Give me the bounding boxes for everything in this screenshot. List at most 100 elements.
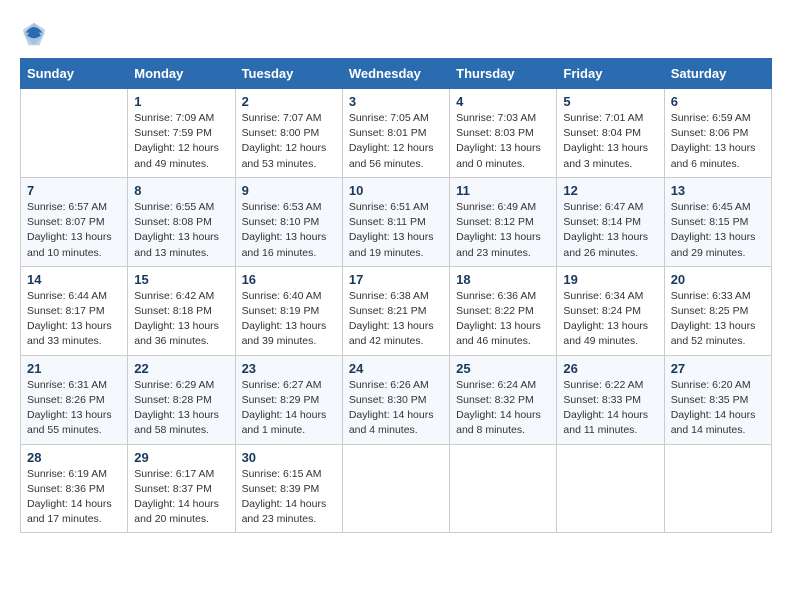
weekday-header-monday: Monday bbox=[128, 59, 235, 89]
day-info: Sunrise: 6:20 AMSunset: 8:35 PMDaylight:… bbox=[671, 378, 765, 439]
weekday-header-tuesday: Tuesday bbox=[235, 59, 342, 89]
calendar-cell: 12 Sunrise: 6:47 AMSunset: 8:14 PMDayligh… bbox=[557, 177, 664, 266]
day-number: 27 bbox=[671, 361, 765, 376]
day-info: Sunrise: 6:31 AMSunset: 8:26 PMDaylight:… bbox=[27, 378, 121, 439]
day-info: Sunrise: 6:47 AMSunset: 8:14 PMDaylight:… bbox=[563, 200, 657, 261]
day-info: Sunrise: 6:49 AMSunset: 8:12 PMDaylight:… bbox=[456, 200, 550, 261]
day-info: Sunrise: 6:38 AMSunset: 8:21 PMDaylight:… bbox=[349, 289, 443, 350]
day-number: 5 bbox=[563, 94, 657, 109]
calendar-cell: 6 Sunrise: 6:59 AMSunset: 8:06 PMDaylight… bbox=[664, 89, 771, 178]
day-number: 20 bbox=[671, 272, 765, 287]
weekday-header-thursday: Thursday bbox=[450, 59, 557, 89]
day-info: Sunrise: 7:09 AMSunset: 7:59 PMDaylight:… bbox=[134, 111, 228, 172]
day-info: Sunrise: 7:05 AMSunset: 8:01 PMDaylight:… bbox=[349, 111, 443, 172]
week-row-1: 1 Sunrise: 7:09 AMSunset: 7:59 PMDaylight… bbox=[21, 89, 772, 178]
day-number: 29 bbox=[134, 450, 228, 465]
calendar-cell: 18Sunrise: 6:36 AMSunset: 8:22 PMDayligh… bbox=[450, 266, 557, 355]
day-info: Sunrise: 7:01 AMSunset: 8:04 PMDaylight:… bbox=[563, 111, 657, 172]
day-info: Sunrise: 6:59 AMSunset: 8:06 PMDaylight:… bbox=[671, 111, 765, 172]
day-number: 26 bbox=[563, 361, 657, 376]
logo bbox=[20, 20, 52, 48]
day-number: 15 bbox=[134, 272, 228, 287]
day-info: Sunrise: 7:03 AMSunset: 8:03 PMDaylight:… bbox=[456, 111, 550, 172]
calendar-cell bbox=[450, 444, 557, 533]
calendar-cell: 21 Sunrise: 6:31 AMSunset: 8:26 PMDayligh… bbox=[21, 355, 128, 444]
day-number: 13 bbox=[671, 183, 765, 198]
calendar-cell: 3 Sunrise: 7:05 AMSunset: 8:01 PMDaylight… bbox=[342, 89, 449, 178]
day-number: 11 bbox=[456, 183, 550, 198]
day-number: 17 bbox=[349, 272, 443, 287]
calendar-cell: 23Sunrise: 6:27 AMSunset: 8:29 PMDayligh… bbox=[235, 355, 342, 444]
day-info: Sunrise: 6:44 AMSunset: 8:17 PMDaylight:… bbox=[27, 289, 121, 350]
day-number: 6 bbox=[671, 94, 765, 109]
day-number: 21 bbox=[27, 361, 121, 376]
day-number: 14 bbox=[27, 272, 121, 287]
calendar-cell: 11 Sunrise: 6:49 AMSunset: 8:12 PMDayligh… bbox=[450, 177, 557, 266]
day-info: Sunrise: 6:29 AMSunset: 8:28 PMDaylight:… bbox=[134, 378, 228, 439]
day-number: 25 bbox=[456, 361, 550, 376]
day-number: 3 bbox=[349, 94, 443, 109]
calendar-cell: 5 Sunrise: 7:01 AMSunset: 8:04 PMDaylight… bbox=[557, 89, 664, 178]
calendar-table: SundayMondayTuesdayWednesdayThursdayFrid… bbox=[20, 58, 772, 533]
calendar-cell: 22 Sunrise: 6:29 AMSunset: 8:28 PMDayligh… bbox=[128, 355, 235, 444]
week-row-5: 28 Sunrise: 6:19 AMSunset: 8:36 PMDayligh… bbox=[21, 444, 772, 533]
page-header bbox=[20, 20, 772, 48]
calendar-cell: 20 Sunrise: 6:33 AMSunset: 8:25 PMDayligh… bbox=[664, 266, 771, 355]
calendar-cell: 10 Sunrise: 6:51 AMSunset: 8:11 PMDayligh… bbox=[342, 177, 449, 266]
calendar-cell: 25 Sunrise: 6:24 AMSunset: 8:32 PMDayligh… bbox=[450, 355, 557, 444]
day-info: Sunrise: 6:34 AMSunset: 8:24 PMDaylight:… bbox=[563, 289, 657, 350]
logo-icon bbox=[20, 20, 48, 48]
calendar-cell: 16 Sunrise: 6:40 AMSunset: 8:19 PMDayligh… bbox=[235, 266, 342, 355]
calendar-cell: 2Sunrise: 7:07 AMSunset: 8:00 PMDaylight… bbox=[235, 89, 342, 178]
weekday-header-saturday: Saturday bbox=[664, 59, 771, 89]
calendar-cell: 28 Sunrise: 6:19 AMSunset: 8:36 PMDayligh… bbox=[21, 444, 128, 533]
week-row-4: 21 Sunrise: 6:31 AMSunset: 8:26 PMDayligh… bbox=[21, 355, 772, 444]
day-number: 19 bbox=[563, 272, 657, 287]
calendar-cell: 29 Sunrise: 6:17 AMSunset: 8:37 PMDayligh… bbox=[128, 444, 235, 533]
calendar-cell bbox=[557, 444, 664, 533]
calendar-cell: 7Sunrise: 6:57 AMSunset: 8:07 PMDaylight… bbox=[21, 177, 128, 266]
calendar-cell: 17 Sunrise: 6:38 AMSunset: 8:21 PMDayligh… bbox=[342, 266, 449, 355]
day-info: Sunrise: 6:40 AMSunset: 8:19 PMDaylight:… bbox=[242, 289, 336, 350]
day-number: 1 bbox=[134, 94, 228, 109]
day-info: Sunrise: 6:22 AMSunset: 8:33 PMDaylight:… bbox=[563, 378, 657, 439]
calendar-cell: 19 Sunrise: 6:34 AMSunset: 8:24 PMDayligh… bbox=[557, 266, 664, 355]
day-number: 18 bbox=[456, 272, 550, 287]
calendar-cell: 8 Sunrise: 6:55 AMSunset: 8:08 PMDaylight… bbox=[128, 177, 235, 266]
calendar-cell: 15Sunrise: 6:42 AMSunset: 8:18 PMDayligh… bbox=[128, 266, 235, 355]
day-info: Sunrise: 6:19 AMSunset: 8:36 PMDaylight:… bbox=[27, 467, 121, 528]
day-number: 16 bbox=[242, 272, 336, 287]
calendar-cell: 9 Sunrise: 6:53 AMSunset: 8:10 PMDaylight… bbox=[235, 177, 342, 266]
day-info: Sunrise: 6:24 AMSunset: 8:32 PMDaylight:… bbox=[456, 378, 550, 439]
calendar-cell: 13Sunrise: 6:45 AMSunset: 8:15 PMDayligh… bbox=[664, 177, 771, 266]
calendar-cell: 24 Sunrise: 6:26 AMSunset: 8:30 PMDayligh… bbox=[342, 355, 449, 444]
day-info: Sunrise: 6:33 AMSunset: 8:25 PMDaylight:… bbox=[671, 289, 765, 350]
day-number: 24 bbox=[349, 361, 443, 376]
day-info: Sunrise: 6:51 AMSunset: 8:11 PMDaylight:… bbox=[349, 200, 443, 261]
calendar-cell bbox=[342, 444, 449, 533]
day-number: 12 bbox=[563, 183, 657, 198]
day-number: 9 bbox=[242, 183, 336, 198]
day-info: Sunrise: 6:26 AMSunset: 8:30 PMDaylight:… bbox=[349, 378, 443, 439]
day-info: Sunrise: 6:15 AMSunset: 8:39 PMDaylight:… bbox=[242, 467, 336, 528]
weekday-header-sunday: Sunday bbox=[21, 59, 128, 89]
calendar-cell: 30 Sunrise: 6:15 AMSunset: 8:39 PMDayligh… bbox=[235, 444, 342, 533]
week-row-2: 7Sunrise: 6:57 AMSunset: 8:07 PMDaylight… bbox=[21, 177, 772, 266]
day-info: Sunrise: 6:53 AMSunset: 8:10 PMDaylight:… bbox=[242, 200, 336, 261]
day-number: 8 bbox=[134, 183, 228, 198]
calendar-cell: 27 Sunrise: 6:20 AMSunset: 8:35 PMDayligh… bbox=[664, 355, 771, 444]
day-info: Sunrise: 6:27 AMSunset: 8:29 PMDaylight:… bbox=[242, 378, 336, 439]
day-info: Sunrise: 6:17 AMSunset: 8:37 PMDaylight:… bbox=[134, 467, 228, 528]
day-number: 22 bbox=[134, 361, 228, 376]
day-number: 30 bbox=[242, 450, 336, 465]
day-info: Sunrise: 6:55 AMSunset: 8:08 PMDaylight:… bbox=[134, 200, 228, 261]
day-number: 28 bbox=[27, 450, 121, 465]
calendar-cell bbox=[664, 444, 771, 533]
weekday-header-wednesday: Wednesday bbox=[342, 59, 449, 89]
day-number: 7 bbox=[27, 183, 121, 198]
day-number: 10 bbox=[349, 183, 443, 198]
week-row-3: 14 Sunrise: 6:44 AMSunset: 8:17 PMDayligh… bbox=[21, 266, 772, 355]
weekday-header-friday: Friday bbox=[557, 59, 664, 89]
calendar-cell bbox=[21, 89, 128, 178]
day-number: 4 bbox=[456, 94, 550, 109]
